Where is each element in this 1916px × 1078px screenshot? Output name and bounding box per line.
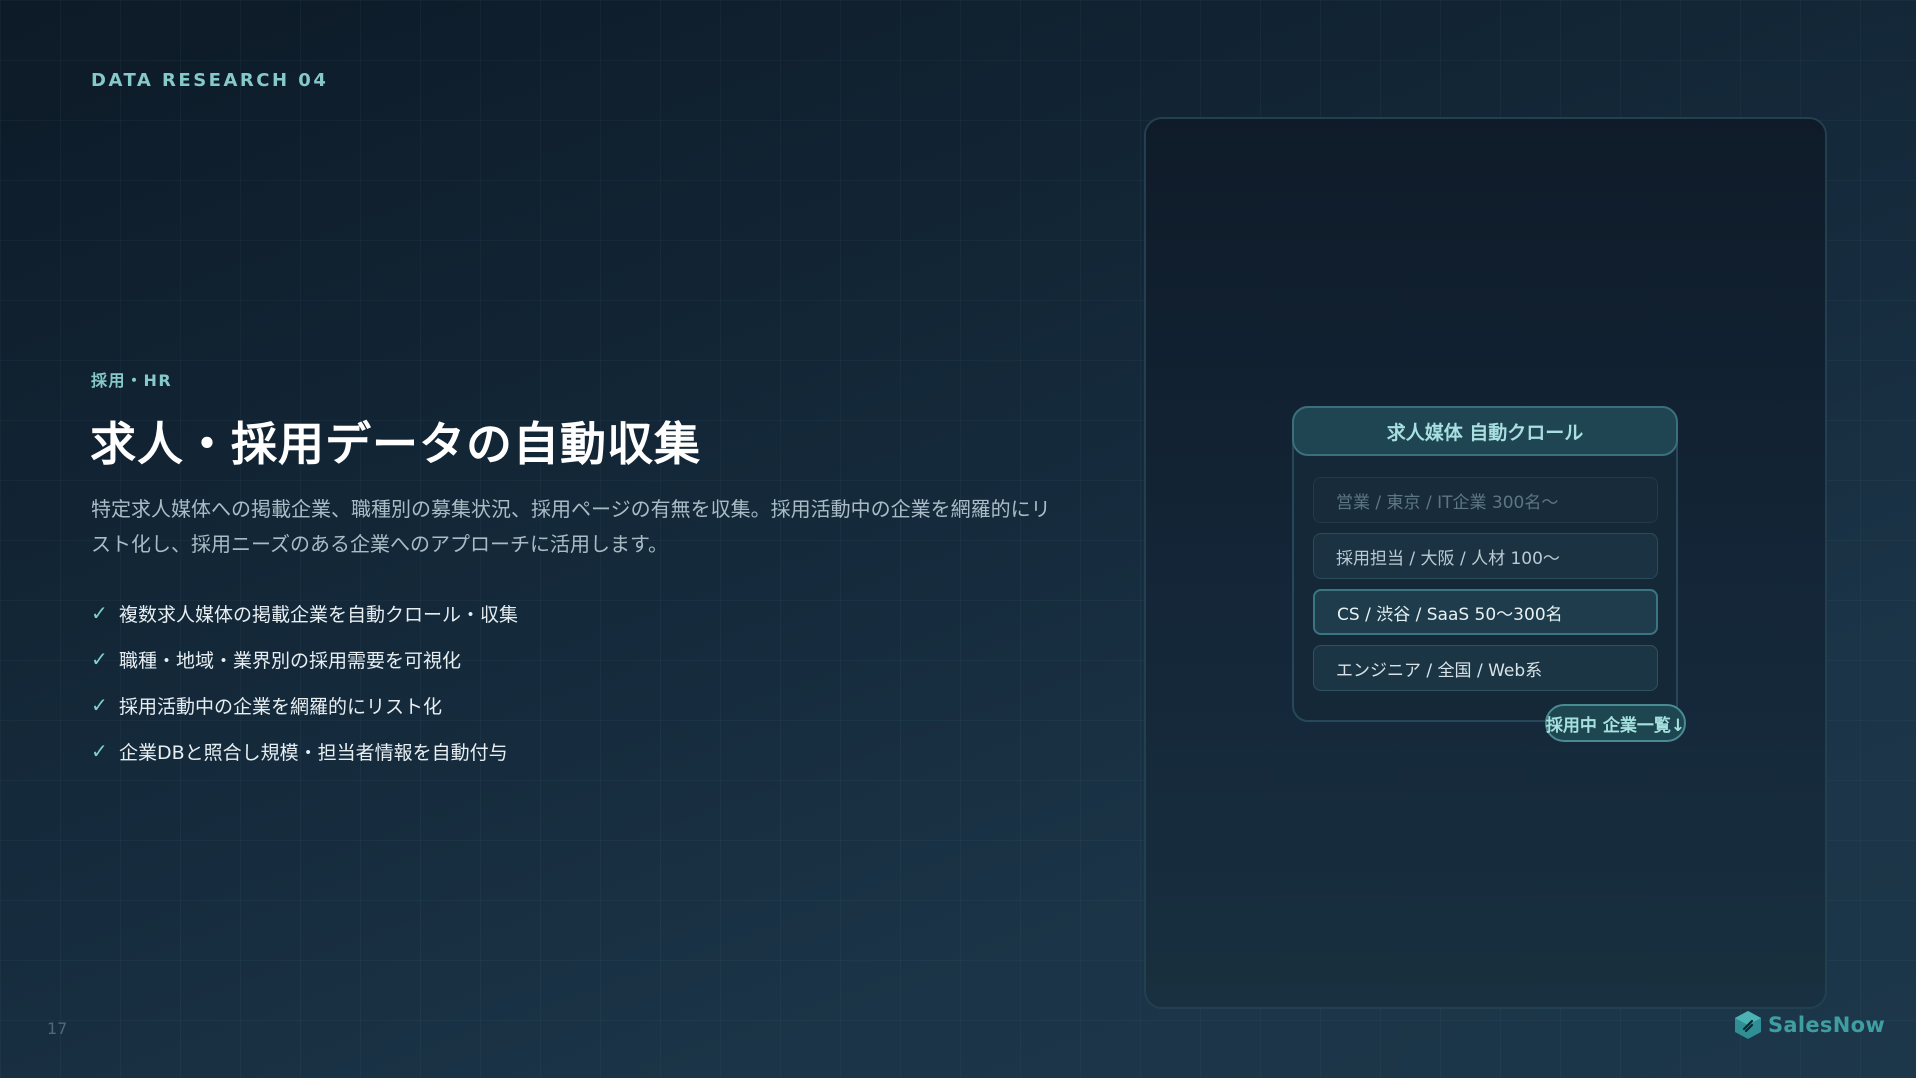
slide-description: 特定求人媒体への掲載企業、職種別の募集状況、採用ページの有無を収集。採用活動中の… — [91, 497, 1051, 556]
checklist-item: ✓ 採用活動中の企業を網羅的にリスト化 — [91, 682, 518, 728]
section-eyebrow: DATA RESEARCH 04 — [91, 70, 329, 91]
checklist-item: ✓ 職種・地域・業界別の採用需要を可視化 — [91, 636, 518, 682]
page-number: 17 — [47, 1019, 68, 1038]
brand-logo: SalesNow — [1734, 1010, 1885, 1040]
hiring-company-list-button[interactable]: 採用中 企業一覧↓ — [1545, 704, 1686, 742]
feature-checklist: ✓ 複数求人媒体の掲載企業を自動クロール・収集 ✓ 職種・地域・業界別の採用需要… — [91, 590, 518, 774]
check-icon: ✓ — [91, 601, 108, 625]
crawl-result-row-active[interactable]: CS / 渋谷 / SaaS 50〜300名 — [1313, 589, 1658, 635]
checklist-item-label: 企業DBと照合し規模・担当者情報を自動付与 — [119, 741, 508, 764]
crawl-result-row[interactable]: 営業 / 東京 / IT企業 300名〜 — [1313, 477, 1658, 523]
check-icon: ✓ — [91, 647, 108, 671]
checklist-item: ✓ 複数求人媒体の掲載企業を自動クロール・収集 — [91, 590, 518, 636]
category-tag: 採用・HR — [91, 371, 173, 390]
checklist-item-label: 採用活動中の企業を網羅的にリスト化 — [119, 695, 443, 718]
slide-title: 求人・採用データの自動収集 — [90, 417, 701, 471]
checklist-item-label: 職種・地域・業界別の採用需要を可視化 — [119, 649, 462, 672]
check-icon: ✓ — [91, 693, 108, 717]
checklist-item-label: 複数求人媒体の掲載企業を自動クロール・収集 — [119, 603, 519, 626]
check-icon: ✓ — [91, 739, 108, 763]
crawl-result-row[interactable]: 採用担当 / 大阪 / 人材 100〜 — [1313, 533, 1658, 579]
salesnow-logo-icon — [1735, 1011, 1761, 1039]
crawl-card-header: 求人媒体 自動クロール — [1292, 406, 1678, 456]
brand-name: SalesNow — [1768, 1013, 1886, 1037]
checklist-item: ✓ 企業DBと照合し規模・担当者情報を自動付与 — [91, 728, 518, 774]
crawl-result-row[interactable]: エンジニア / 全国 / Web系 — [1313, 645, 1658, 691]
